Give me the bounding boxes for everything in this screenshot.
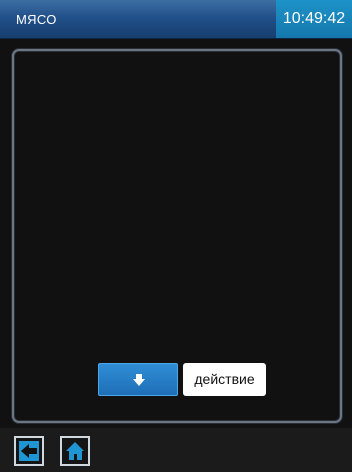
title-bar: МЯСО 10:49:42 xyxy=(0,0,352,39)
home-button[interactable] xyxy=(60,436,90,466)
screen-title: МЯСО xyxy=(16,12,57,27)
arrow-left-icon xyxy=(19,441,39,461)
action-button[interactable]: действие xyxy=(183,363,266,396)
screen: МЯСО 10:49:42 действие xyxy=(0,0,352,472)
bottom-bar xyxy=(0,428,352,472)
home-icon xyxy=(65,441,85,461)
arrow-down-icon xyxy=(133,374,145,386)
scroll-down-button[interactable] xyxy=(98,363,178,396)
clock: 10:49:42 xyxy=(276,0,352,38)
back-button[interactable] xyxy=(14,436,44,466)
